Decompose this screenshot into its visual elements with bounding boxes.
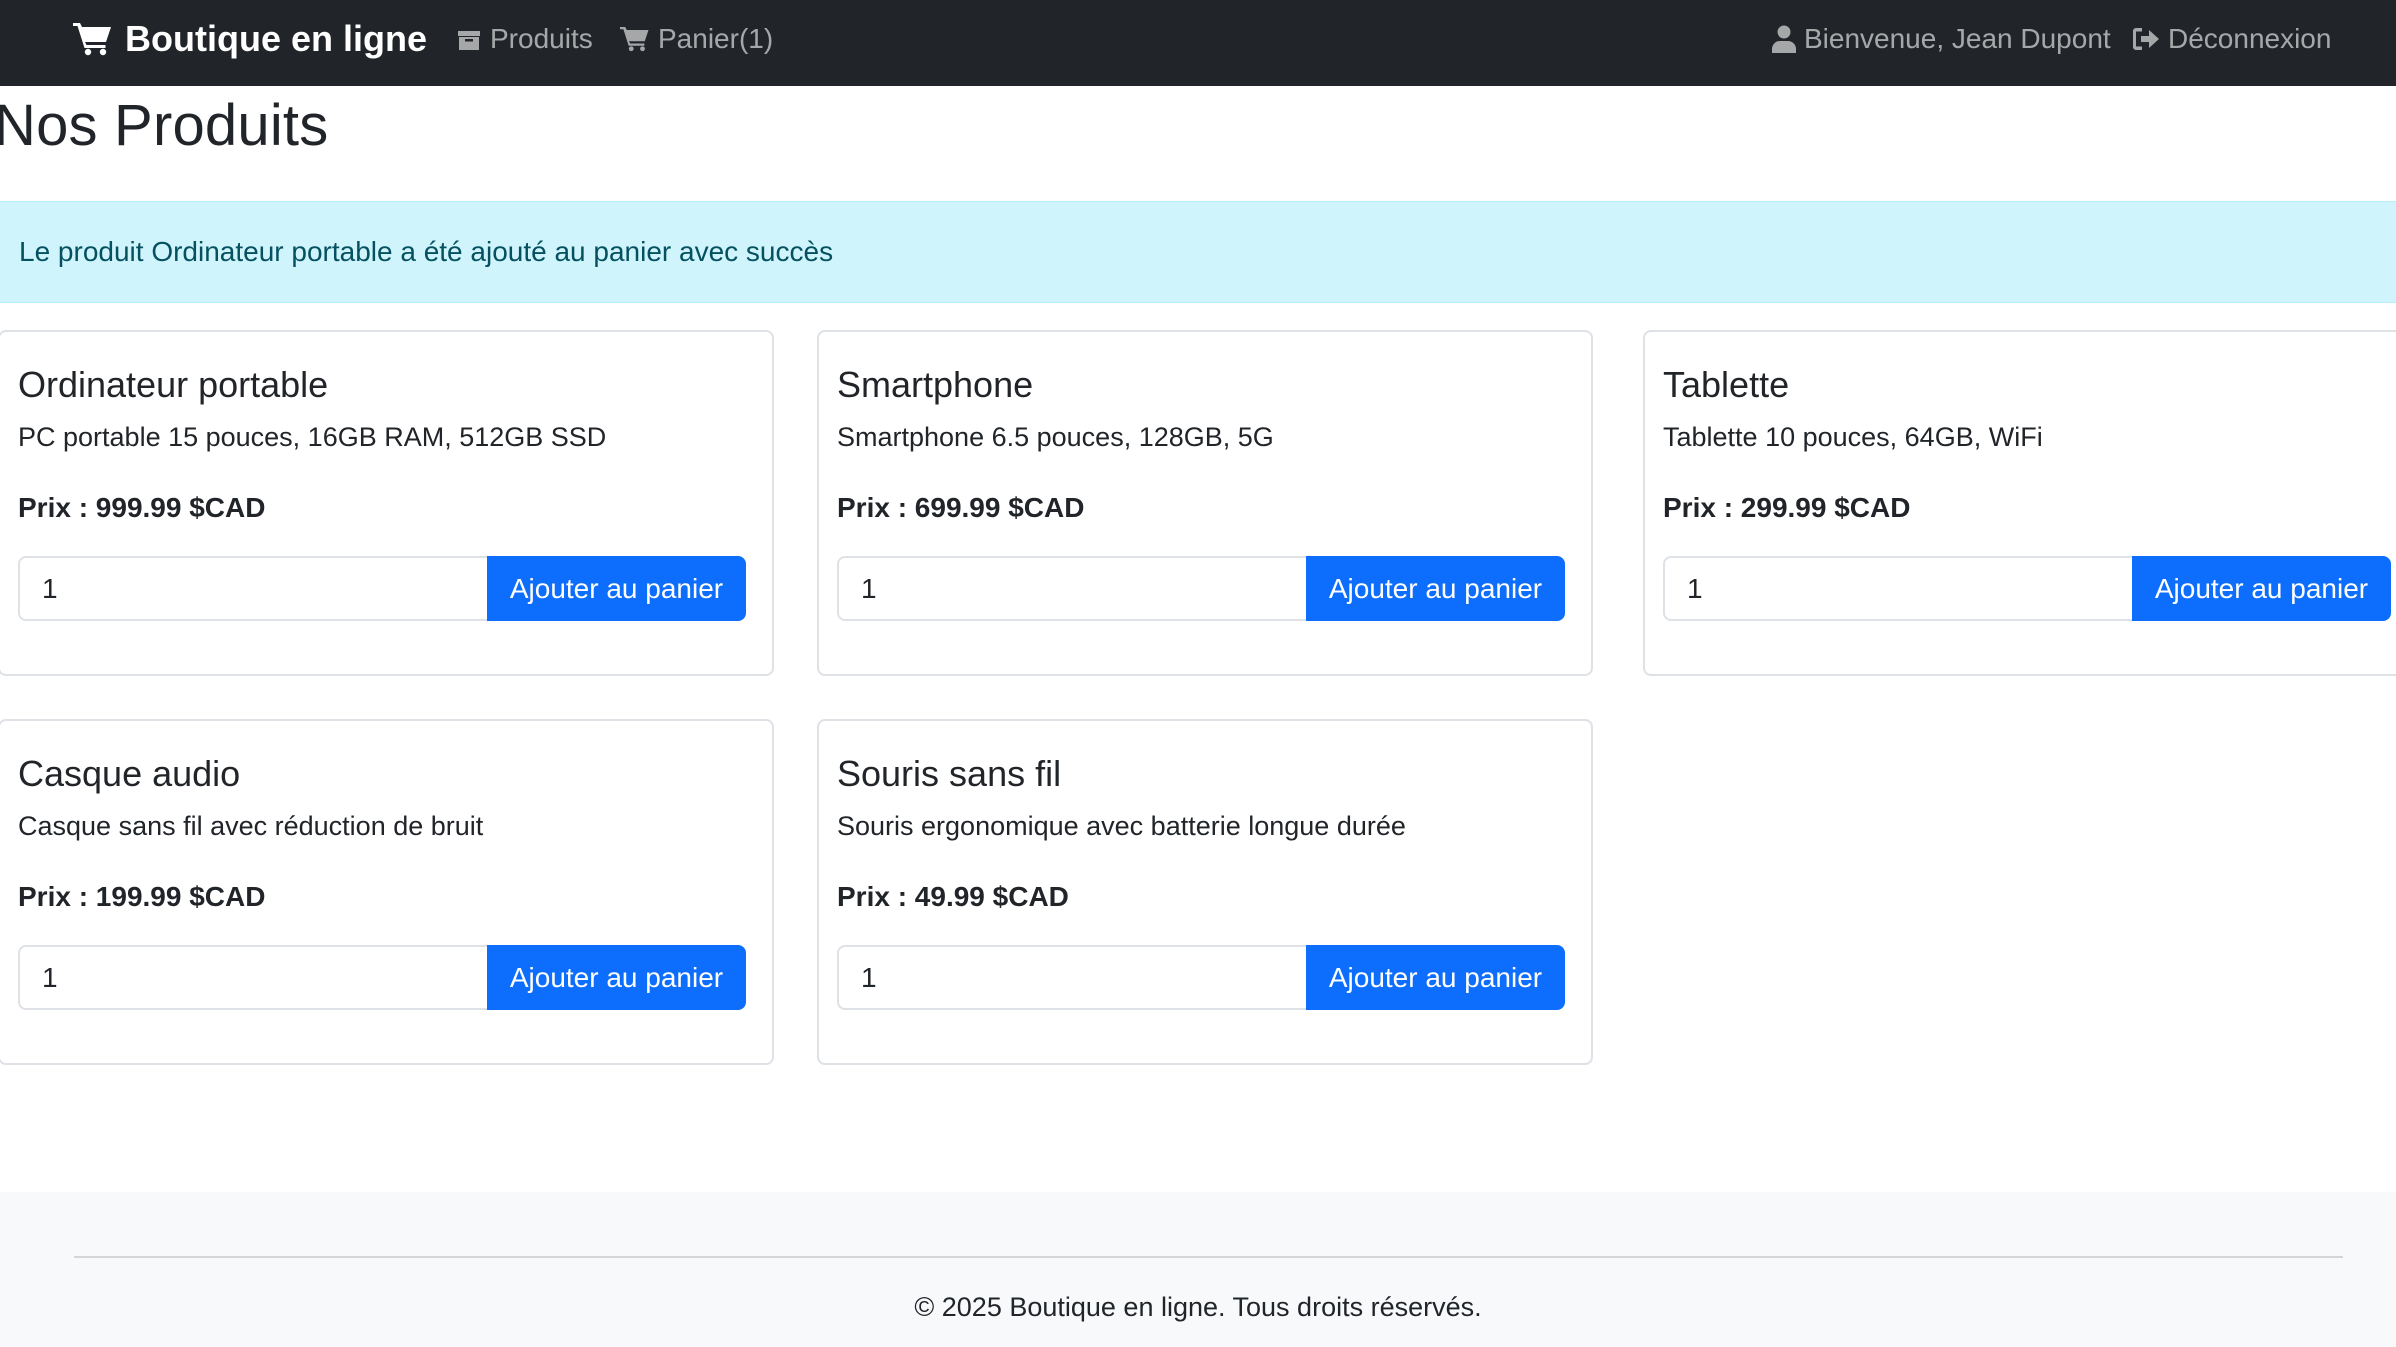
add-to-cart-button[interactable]: Ajouter au panier [1306,556,1565,621]
product-name: Souris sans fil [837,753,1062,794]
quantity-input[interactable] [837,945,1307,1010]
add-to-cart-button[interactable]: Ajouter au panier [1306,945,1565,1010]
navbar: Boutique en ligne Produits Panier(1) Bie… [0,0,2396,86]
alert-text: Le produit Ordinateur portable a été ajo… [19,236,834,267]
add-to-cart-button[interactable]: Ajouter au panier [2132,556,2391,621]
product-price: Prix : 49.99 $CAD [837,881,1069,912]
product-name: Casque audio [18,753,241,794]
product-card: Smartphone Smartphone 6.5 pouces, 128GB,… [817,330,1593,676]
cart-icon [73,23,111,56]
product-card: Tablette Tablette 10 pouces, 64GB, WiFi … [1643,330,2396,676]
nav-panier[interactable]: Panier(1) [620,0,773,78]
nav-panier-label: Panier(1) [658,23,774,54]
product-price: Prix : 199.99 $CAD [18,881,266,912]
nav-user-label: Bienvenue, Jean Dupont [1804,23,2111,54]
quantity-input[interactable] [1663,556,2133,621]
product-description: Smartphone 6.5 pouces, 128GB, 5G [837,422,1274,452]
nav-user[interactable]: Bienvenue, Jean Dupont [1772,0,2111,78]
nav-logout-label: Déconnexion [2168,23,2332,54]
product-description: Casque sans fil avec réduction de bruit [18,811,484,841]
nav-produits-label: Produits [490,23,593,54]
brand-link[interactable]: Boutique en ligne [73,0,427,78]
box-icon [458,31,480,50]
page-title: Nos Produits [0,93,329,158]
product-price: Prix : 299.99 $CAD [1663,492,1911,523]
quantity-input[interactable] [18,945,488,1010]
cart-icon [620,27,649,52]
footer: © 2025 Boutique en ligne. Tous droits ré… [0,1192,2396,1347]
product-price: Prix : 699.99 $CAD [837,492,1085,523]
product-name: Smartphone [837,364,1034,405]
user-icon [1772,25,1796,53]
product-name: Ordinateur portable [18,364,329,405]
success-alert: Le produit Ordinateur portable a été ajo… [0,201,2396,303]
product-card: Souris sans fil Souris ergonomique avec … [817,719,1593,1065]
product-description: Tablette 10 pouces, 64GB, WiFi [1663,422,2043,452]
product-price: Prix : 999.99 $CAD [18,492,266,523]
quantity-input[interactable] [837,556,1307,621]
product-description: PC portable 15 pouces, 16GB RAM, 512GB S… [18,422,607,452]
product-card: Ordinateur portable PC portable 15 pouce… [0,330,774,676]
footer-divider [74,1256,2343,1258]
brand-label: Boutique en ligne [125,18,427,59]
nav-produits[interactable]: Produits [456,0,593,78]
product-card: Casque audio Casque sans fil avec réduct… [0,719,774,1065]
quantity-input[interactable] [18,556,488,621]
add-to-cart-button[interactable]: Ajouter au panier [487,945,746,1010]
product-description: Souris ergonomique avec batterie longue … [837,811,1406,841]
add-to-cart-button[interactable]: Ajouter au panier [487,556,746,621]
footer-copyright: © 2025 Boutique en ligne. Tous droits ré… [914,1292,1482,1322]
product-name: Tablette [1663,364,1790,405]
sign-out-icon [2133,28,2159,50]
nav-logout[interactable]: Déconnexion [2132,0,2331,78]
